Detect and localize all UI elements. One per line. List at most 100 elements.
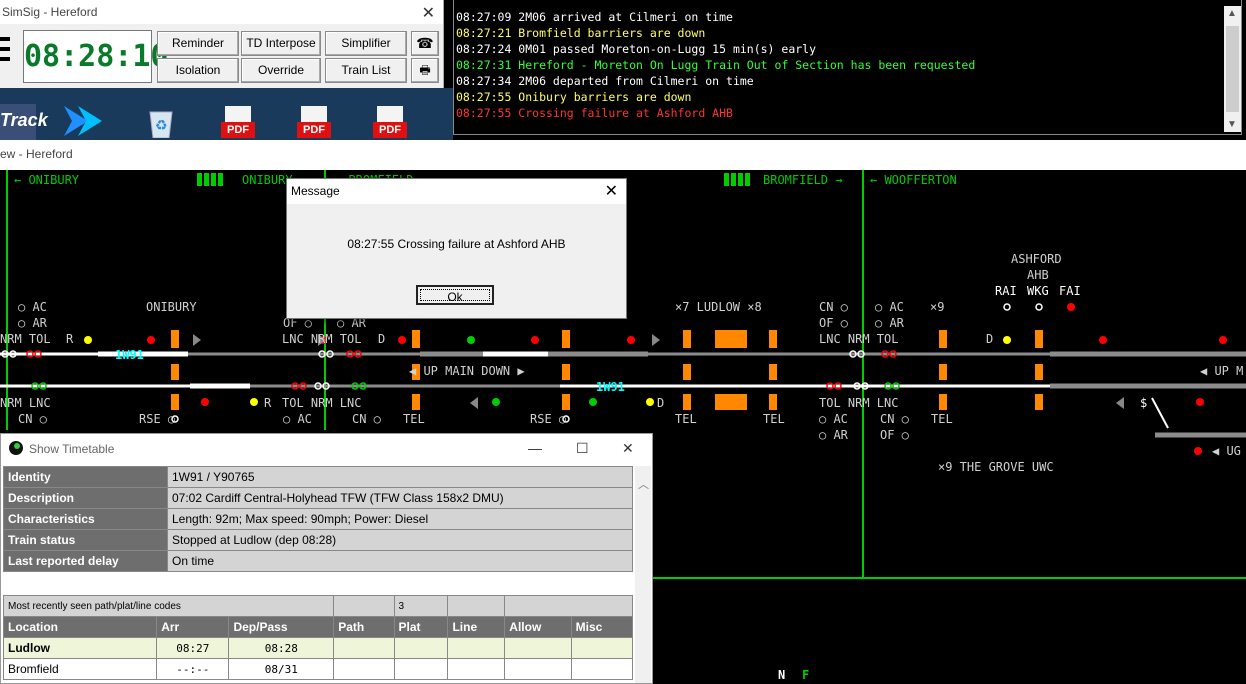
- pdf-file-icon[interactable]: PDF: [373, 106, 407, 138]
- allow-cell: [504, 658, 572, 680]
- minimize-icon[interactable]: —: [528, 440, 542, 456]
- tel-label: TEL: [675, 412, 697, 426]
- ac-label: ○ AC: [18, 300, 47, 314]
- scrollbar-thumb[interactable]: [1226, 26, 1239, 112]
- codes-misc: [504, 595, 633, 617]
- dep-cell: 08/31: [228, 658, 335, 680]
- show-timetable-window: Show Timetable — ☐ ✕ Identity 1W91 / Y907…: [0, 433, 653, 684]
- ac-label: ○ AC: [819, 412, 848, 426]
- timetable-schedule-table: Most recently seen path/plat/line codes …: [2, 595, 634, 680]
- r-label: R: [264, 396, 272, 410]
- simsig-app-icon: [9, 441, 23, 455]
- close-icon[interactable]: ✕: [605, 179, 618, 204]
- timetable-title: Show Timetable: [29, 442, 115, 456]
- location-cell: Ludlow: [2, 637, 158, 659]
- nrm-tol-label: NRM TOL: [0, 332, 51, 346]
- chevron-up-icon[interactable]: ︿: [638, 476, 649, 492]
- reminder-button[interactable]: Reminder: [157, 31, 239, 56]
- simsig-title-bar: SimSig - Hereford ✕: [0, 0, 443, 24]
- points: [1151, 397, 1169, 429]
- info-key: Train status: [3, 529, 168, 551]
- table-row[interactable]: Bromfield --:-- 08/31: [2, 658, 634, 680]
- train-berth-1w91: 1W91: [596, 380, 625, 394]
- plat-cell: [393, 637, 449, 659]
- chevron-down-icon[interactable]: ▼: [1227, 119, 1237, 130]
- pdf-file-icon[interactable]: PDF: [297, 106, 331, 138]
- info-row: Identity 1W91 / Y90765: [3, 466, 633, 488]
- onibury-left-label: ← ONIBURY: [14, 173, 80, 187]
- chevron-up-icon[interactable]: ▲: [1227, 8, 1237, 19]
- td-interpose-button[interactable]: TD Interpose: [241, 31, 321, 56]
- telephone-icon[interactable]: ☎: [411, 31, 439, 56]
- rai-label: RAI: [995, 284, 1017, 298]
- wkg-label: WKG: [1027, 284, 1049, 298]
- tel-label: TEL: [403, 412, 425, 426]
- info-value: 07:02 Cardiff Central-Holyhead TFW (TFW …: [167, 487, 633, 509]
- view-title: ew - Hereford: [0, 147, 73, 161]
- d-label: D: [986, 332, 993, 346]
- location-cell: Bromfield: [2, 658, 158, 680]
- column-header[interactable]: Path: [333, 616, 395, 638]
- misc-cell: [570, 637, 634, 659]
- trackiq-app-icon[interactable]: Track: [0, 104, 48, 140]
- column-header[interactable]: Dep/Pass: [228, 616, 335, 638]
- f-indicator: F: [802, 668, 809, 682]
- info-value: Length: 92m; Max speed: 90mph; Power: Di…: [167, 508, 633, 530]
- x9-label: ×9: [930, 300, 944, 314]
- table-row[interactable]: Ludlow 08:27 08:28: [2, 637, 634, 659]
- maximize-icon[interactable]: ☐: [576, 440, 589, 457]
- tel-label: TEL: [763, 412, 785, 426]
- close-icon[interactable]: ✕: [622, 440, 634, 457]
- ug-label: ◀ UG: [1212, 444, 1241, 458]
- column-header[interactable]: Misc: [570, 616, 634, 638]
- column-header[interactable]: Arr: [156, 616, 230, 638]
- column-header[interactable]: Line: [447, 616, 506, 638]
- path-cell: [333, 658, 395, 680]
- of-label: OF ○: [880, 428, 909, 442]
- ok-button[interactable]: Ok: [416, 285, 494, 305]
- info-value: Stopped at Ludlow (dep 08:28): [167, 529, 633, 551]
- isolation-button[interactable]: Isolation: [157, 58, 239, 83]
- simsig-control-window: SimSig - Hereford ✕ 08:28:10 Reminder TD…: [0, 0, 444, 88]
- message-dialog: Message ✕ 08:27:55 Crossing failure at A…: [286, 178, 627, 319]
- message-dialog-title-bar: Message ✕: [287, 179, 626, 204]
- lnc-nrm-tol-label: LNC NRM TOL: [819, 332, 898, 346]
- info-row: Characteristics Length: 92m; Max speed: 9…: [3, 508, 633, 530]
- arr-cell: --:--: [156, 658, 230, 680]
- train-berth-1w91: 1W91: [115, 348, 144, 362]
- log-line: 08:27:34 2M06 departed from Cilmeri on t…: [456, 74, 754, 88]
- woofferton-label: ← WOOFFERTON: [870, 173, 957, 187]
- misc-cell: [570, 658, 634, 680]
- info-row: Train status Stopped at Ludlow (dep 08:28…: [3, 529, 633, 551]
- printer-icon[interactable]: 🖶: [411, 58, 439, 83]
- info-row: Description 07:02 Cardiff Central-Holyhea…: [3, 487, 633, 509]
- override-button[interactable]: Override: [241, 58, 321, 83]
- n-indicator: N: [778, 668, 785, 682]
- column-header[interactable]: Location: [2, 616, 158, 638]
- arr-cell: 08:27: [156, 637, 230, 659]
- codes-line: [447, 595, 506, 617]
- bromfield-right-label: BROMFIELD →: [763, 173, 842, 187]
- log-line: 08:27:55 Onibury barriers are down: [456, 90, 692, 104]
- log-scrollbar[interactable]: ▲ ▼: [1224, 6, 1241, 132]
- column-header[interactable]: Allow: [504, 616, 572, 638]
- svg-text:♻: ♻: [155, 117, 168, 133]
- dep-cell: 08:28: [228, 637, 335, 659]
- info-row: Last reported delay On time: [3, 550, 633, 572]
- d-label: D: [378, 332, 385, 346]
- column-header[interactable]: Plat: [393, 616, 449, 638]
- chevron-right-icon[interactable]: [60, 102, 110, 140]
- menu-icon[interactable]: [0, 33, 10, 77]
- info-value: On time: [167, 550, 633, 572]
- train-list-button[interactable]: Train List: [325, 58, 407, 83]
- cn-label: CN ○: [819, 300, 848, 314]
- timetable-scrollbar[interactable]: ︿: [635, 466, 651, 683]
- pdf-file-icon[interactable]: PDF: [221, 106, 255, 138]
- simplifier-button[interactable]: Simplifier: [325, 31, 407, 56]
- recycle-bin-icon[interactable]: ♻: [144, 106, 178, 139]
- log-line: 08:27:24 0M01 passed Moreton-on-Lugg 15 …: [456, 42, 817, 56]
- info-key: Description: [3, 487, 168, 509]
- fai-label: FAI: [1059, 284, 1081, 298]
- onibury-station-label: ONIBURY: [146, 300, 197, 314]
- close-icon[interactable]: ✕: [422, 3, 435, 23]
